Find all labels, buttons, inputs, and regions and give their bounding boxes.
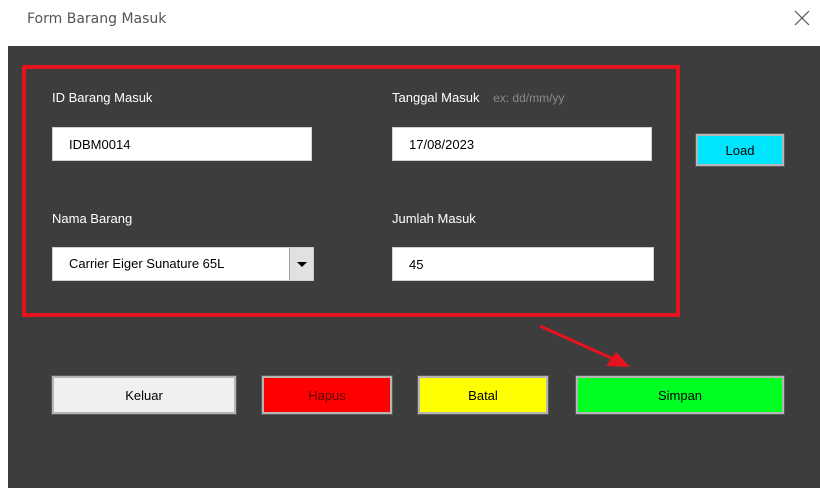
jumlah-masuk-label: Jumlah Masuk [392, 211, 476, 226]
load-button[interactable]: Load [695, 133, 785, 167]
title-bar: Form Barang Masuk [0, 0, 820, 46]
hapus-button[interactable]: Hapus [261, 375, 393, 415]
simpan-button[interactable]: Simpan [575, 375, 785, 415]
keluar-button[interactable]: Keluar [51, 375, 237, 415]
jumlah-masuk-field[interactable]: 45 [392, 247, 654, 281]
chevron-down-icon [297, 262, 307, 267]
nama-barang-label: Nama Barang [52, 211, 133, 226]
date-format-hint: ex: dd/mm/yy [493, 91, 565, 105]
tanggal-masuk-label-text: Tanggal Masuk [392, 90, 480, 105]
close-icon[interactable] [790, 6, 814, 30]
nama-barang-value: Carrier Eiger Sunature 65L [69, 256, 225, 271]
nama-barang-combobox[interactable]: Carrier Eiger Sunature 65L [52, 247, 314, 281]
form-body: ID Barang Masuk IDBM0014 Tanggal Masuk e… [8, 46, 820, 488]
batal-button[interactable]: Batal [417, 375, 549, 415]
tanggal-masuk-label: Tanggal Masuk ex: dd/mm/yy [392, 90, 564, 105]
id-barang-masuk-label: ID Barang Masuk [52, 90, 153, 105]
id-barang-masuk-field[interactable]: IDBM0014 [52, 127, 312, 161]
combo-dropdown-button[interactable] [289, 248, 313, 280]
red-arrow-icon [539, 324, 630, 367]
tanggal-masuk-field[interactable]: 17/08/2023 [392, 127, 652, 161]
window-title: Form Barang Masuk [27, 11, 167, 27]
